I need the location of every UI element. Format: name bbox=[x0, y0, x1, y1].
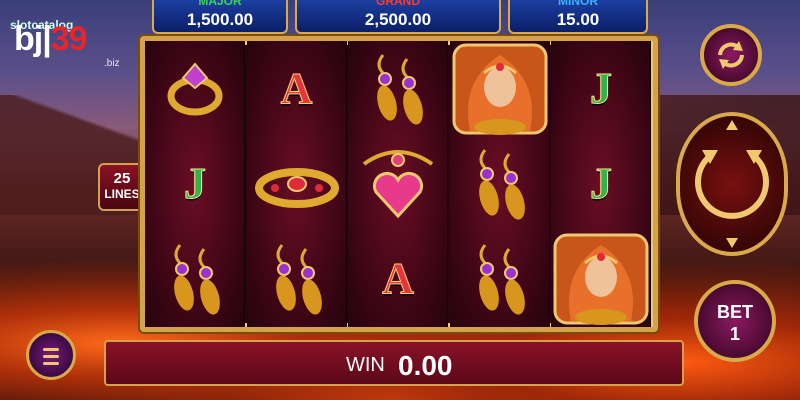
earrings-symbol bbox=[145, 231, 245, 326]
spin-button[interactable] bbox=[676, 112, 788, 256]
queen-wild-symbol bbox=[450, 41, 550, 136]
paylines-indicator: 25 LINES bbox=[98, 163, 146, 211]
jackpot-major: MAJOR 1,500.00 bbox=[152, 0, 288, 34]
symbol-j: J bbox=[551, 136, 651, 231]
win-value: 0.00 bbox=[398, 350, 453, 381]
win-label: WIN bbox=[346, 354, 385, 376]
symbol-a: A bbox=[348, 231, 448, 326]
earrings-symbol bbox=[450, 136, 550, 231]
spin-icon bbox=[695, 120, 769, 248]
reel-1: J bbox=[145, 41, 245, 327]
jackpot-major-label: MAJOR bbox=[198, 0, 242, 8]
symbol-j: J bbox=[145, 136, 245, 231]
reel-2: A bbox=[246, 41, 347, 327]
refresh-button[interactable] bbox=[700, 24, 762, 86]
jackpot-grand-label: GRAND bbox=[376, 0, 420, 8]
reel-4 bbox=[449, 41, 550, 327]
jackpot-minor-value: 15.00 bbox=[556, 10, 600, 29]
jackpot-minor-label: MINOR bbox=[558, 0, 598, 8]
earrings-symbol bbox=[348, 41, 448, 136]
jackpot-major-value: 1,500.00 bbox=[186, 10, 254, 29]
crown-symbol bbox=[247, 136, 347, 231]
symbol-a-text: A bbox=[280, 64, 313, 114]
jackpot-grand-value: 2,500.00 bbox=[364, 10, 432, 29]
paylines-count: 25 bbox=[113, 170, 131, 187]
jackpot-minor: MINOR 15.00 bbox=[508, 0, 648, 34]
earrings-symbol bbox=[450, 231, 550, 326]
earrings-symbol bbox=[247, 231, 347, 326]
logo-suffix: .biz bbox=[104, 58, 120, 69]
bet-button[interactable]: BET 1 bbox=[694, 280, 776, 362]
logo-text: bj|39 bbox=[14, 20, 88, 58]
symbol-j-text: J bbox=[590, 159, 613, 209]
reel-5: JJ bbox=[551, 41, 651, 327]
symbol-j-text: J bbox=[184, 159, 207, 209]
symbol-j: J bbox=[551, 41, 651, 136]
bet-label: BET bbox=[717, 302, 753, 322]
symbol-a-text: A bbox=[382, 254, 415, 304]
reel-3: A bbox=[348, 41, 448, 327]
refresh-icon bbox=[718, 41, 744, 69]
queen-wild-symbol bbox=[551, 231, 651, 326]
menu-button[interactable] bbox=[26, 330, 76, 380]
symbol-a: A bbox=[247, 41, 347, 136]
heart-necklace-symbol bbox=[348, 136, 448, 231]
symbol-j-text: J bbox=[590, 64, 613, 114]
paylines-label: LINES bbox=[104, 187, 140, 201]
site-logo: slotcatalog bj|39 .biz bbox=[10, 18, 120, 69]
bet-value: 1 bbox=[729, 324, 740, 344]
win-display: WIN 0.00 bbox=[104, 340, 684, 386]
ring-symbol bbox=[145, 41, 245, 136]
reel-frame: JAAJJ bbox=[140, 36, 658, 332]
jackpot-grand: GRAND 2,500.00 bbox=[295, 0, 501, 34]
